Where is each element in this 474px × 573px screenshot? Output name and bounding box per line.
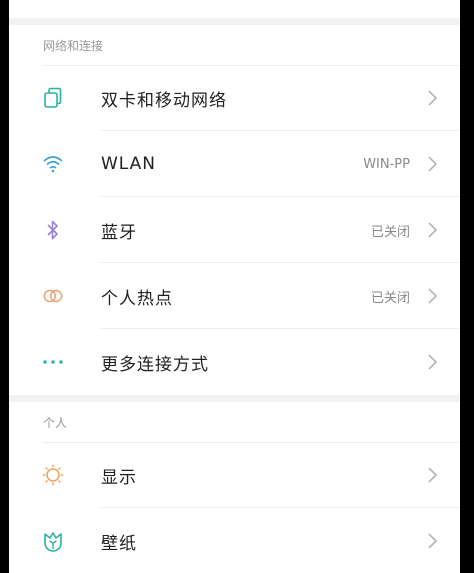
settings-item-label: 壁纸 bbox=[101, 533, 137, 554]
divider bbox=[43, 65, 460, 66]
section-gap bbox=[9, 18, 460, 25]
settings-screen: 网络和连接 双卡和移动网络 WLAN WIN-PP 蓝牙 已关闭 个人热点 已关… bbox=[9, 0, 460, 573]
settings-item-display[interactable]: 显示 bbox=[9, 442, 460, 508]
settings-item-label: 更多连接方式 bbox=[101, 354, 209, 375]
settings-item-value: 已关闭 bbox=[370, 290, 410, 306]
settings-item-label: WLAN bbox=[101, 154, 157, 174]
settings-item-value: 已关闭 bbox=[370, 224, 410, 240]
settings-item-value: WIN-PP bbox=[363, 156, 410, 172]
settings-item-wlan[interactable]: WLAN WIN-PP bbox=[9, 131, 460, 197]
settings-item-more-connections[interactable]: 更多连接方式 bbox=[9, 329, 460, 395]
dual-sim-icon bbox=[42, 87, 64, 109]
chevron-right-icon bbox=[426, 221, 438, 239]
settings-item-hotspot[interactable]: 个人热点 已关闭 bbox=[9, 263, 460, 329]
chevron-right-icon bbox=[426, 353, 438, 371]
wifi-icon bbox=[42, 153, 64, 175]
more-dots-icon bbox=[42, 351, 64, 373]
bluetooth-icon bbox=[42, 219, 64, 241]
chevron-right-icon bbox=[426, 89, 438, 107]
display-sun-icon bbox=[42, 464, 64, 486]
settings-item-dual-sim[interactable]: 双卡和移动网络 bbox=[9, 65, 460, 131]
settings-item-label: 个人热点 bbox=[101, 288, 173, 309]
chevron-right-icon bbox=[426, 155, 438, 173]
hotspot-icon bbox=[42, 285, 64, 307]
settings-item-bluetooth[interactable]: 蓝牙 已关闭 bbox=[9, 197, 460, 263]
chevron-right-icon bbox=[426, 466, 438, 484]
divider bbox=[43, 442, 460, 443]
chevron-right-icon bbox=[426, 532, 438, 550]
section-header-personal: 个人 bbox=[9, 402, 460, 442]
section-gap bbox=[9, 395, 460, 402]
settings-item-label: 双卡和移动网络 bbox=[101, 90, 227, 111]
chevron-right-icon bbox=[426, 287, 438, 305]
settings-item-label: 显示 bbox=[101, 467, 137, 488]
section-header-network: 网络和连接 bbox=[9, 25, 460, 65]
top-strip bbox=[9, 0, 460, 18]
settings-item-wallpaper[interactable]: 壁纸 bbox=[9, 508, 460, 573]
wallpaper-icon bbox=[42, 530, 64, 552]
settings-item-label: 蓝牙 bbox=[101, 222, 137, 243]
